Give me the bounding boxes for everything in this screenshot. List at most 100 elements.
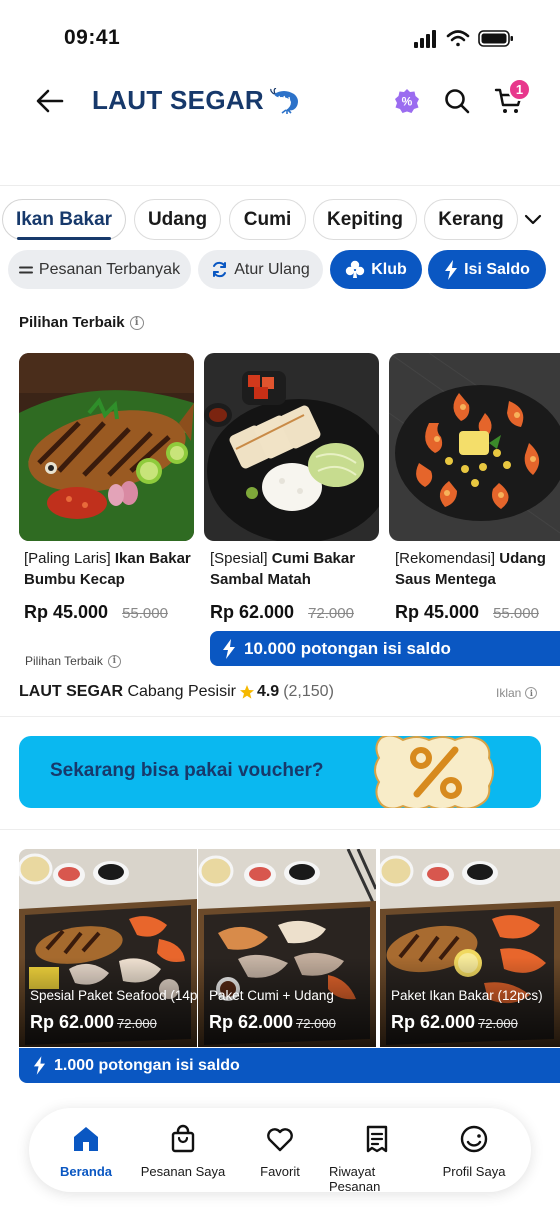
- filter-top-up[interactable]: Isi Saldo: [428, 250, 546, 289]
- nav-profile-label: Profil Saya: [442, 1164, 506, 1179]
- filter-top-orders[interactable]: Pesanan Terbanyak: [8, 250, 191, 289]
- best-picks-caption-text: Pilihan Terbaik: [25, 654, 103, 668]
- product-image-grilled-fish[interactable]: [19, 353, 194, 541]
- product-price-3: Rp 45.000 55.000: [395, 602, 539, 623]
- package-saldo-offer-banner[interactable]: 1.000 potongan isi saldo: [19, 1048, 560, 1083]
- info-icon[interactable]: i: [129, 315, 144, 330]
- package-card-grilled-fish[interactable]: Paket Ikan Bakar (12pcs) Rp 62.000 72.000: [380, 849, 560, 1047]
- search-icon[interactable]: [443, 87, 471, 115]
- nav-favorites[interactable]: Favorit: [232, 1124, 328, 1179]
- nav-my-orders[interactable]: Pesanan Saya: [135, 1124, 231, 1179]
- cart-count-badge: 1: [508, 78, 531, 101]
- info-icon[interactable]: i: [107, 654, 121, 668]
- refresh-icon: [213, 261, 227, 278]
- filter-club[interactable]: Klub: [330, 250, 422, 289]
- package-card-squid-shrimp[interactable]: Paket Cumi + Udang Rp 62.000 72.000: [198, 849, 376, 1047]
- store-review-count: (2,150): [283, 683, 334, 700]
- store-info[interactable]: LAUT SEGAR Cabang Pesisir 4.9 (2,150): [19, 683, 334, 701]
- product-image-squid[interactable]: [204, 353, 379, 541]
- best-picks-title: Pilihan Terbaik i: [19, 314, 144, 331]
- package-price-2: Rp 62.000 72.000: [209, 1012, 336, 1033]
- lightning-icon: [33, 1056, 46, 1075]
- wifi-icon: [446, 30, 470, 47]
- nav-home-label: Beranda: [59, 1164, 113, 1179]
- product-name-2[interactable]: [Spesial] Cumi Bakar Sambal Matah: [210, 548, 385, 590]
- product-price-2: Rp 62.000 72.000: [210, 602, 354, 623]
- product-image-shrimp[interactable]: [389, 353, 560, 541]
- status-icons: [414, 30, 513, 48]
- saldo-offer-text: 10.000 potongan isi saldo: [244, 638, 451, 658]
- package-price-current-1: Rp 62.000: [30, 1012, 115, 1032]
- package-card-seafood[interactable]: Spesial Paket Seafood (14pcs) Rp 62.000 7…: [19, 849, 197, 1047]
- store-rating: 4.9: [256, 683, 280, 700]
- discount-badge-icon[interactable]: %: [394, 88, 420, 114]
- package-price-old-1: 72.000: [117, 1016, 157, 1031]
- best-picks-title-text: Pilihan Terbaik: [19, 314, 125, 331]
- profile-icon: [460, 1125, 488, 1153]
- brand-logo: LAUT SEGAR: [92, 85, 302, 116]
- home-icon: [74, 1127, 98, 1151]
- section-divider: [0, 829, 560, 830]
- store-branch: Cabang Pesisir: [127, 683, 236, 700]
- package-name-1: Spesial Paket Seafood (14pcs): [30, 988, 197, 1003]
- nav-profile[interactable]: Profil Saya: [426, 1124, 522, 1179]
- filter-top-up-label: Isi Saldo: [464, 260, 530, 278]
- package-price-old-2: 72.000: [296, 1016, 336, 1031]
- tab-cumi[interactable]: Cumi: [229, 199, 306, 240]
- lightning-icon: [445, 259, 458, 280]
- status-time: 09:41: [64, 26, 121, 49]
- package-price-current-2: Rp 62.000: [209, 1012, 294, 1032]
- package-name-2: Paket Cumi + Udang: [209, 988, 334, 1003]
- tab-udang[interactable]: Udang: [134, 199, 221, 240]
- info-icon: i: [525, 687, 538, 699]
- product-name-1[interactable]: [Paling Laris] Ikan Bakar Bumbu Kecap: [24, 548, 199, 590]
- section-divider: [0, 716, 560, 717]
- product-tag-1: [Paling Laris]: [24, 550, 111, 567]
- price-current-3: Rp 45.000: [395, 602, 480, 622]
- product-price-1: Rp 45.000 55.000: [24, 602, 168, 623]
- star-icon: [239, 685, 254, 699]
- voucher-banner-text: Sekarang bisa pakai voucher?: [50, 760, 324, 781]
- nav-my-orders-label: Pesanan Saya: [140, 1164, 226, 1179]
- package-saldo-offer-text: 1.000 potongan isi saldo: [54, 1056, 240, 1074]
- brand-name: LAUT SEGAR: [92, 85, 264, 115]
- heart-icon: [267, 1128, 293, 1152]
- ad-label[interactable]: Iklan i: [496, 686, 538, 700]
- package-price-1: Rp 62.000 72.000: [30, 1012, 157, 1033]
- best-picks-caption: Pilihan Terbaik i: [25, 654, 121, 668]
- price-current-1: Rp 45.000: [24, 602, 109, 622]
- chevron-down-icon[interactable]: [522, 210, 544, 228]
- nav-order-history[interactable]: Riwayat Pesanan: [329, 1124, 425, 1194]
- package-name-3: Paket Ikan Bakar (12pcs): [391, 988, 543, 1003]
- product-name-3[interactable]: [Rekomendasi] Udang Saus Mentega: [395, 548, 560, 590]
- store-brand: LAUT SEGAR: [19, 683, 123, 700]
- ad-label-text: Iklan: [496, 686, 522, 700]
- battery-icon: [478, 30, 513, 47]
- filter-reset-label: Atur Ulang: [234, 260, 310, 278]
- filter-top-orders-label: Pesanan Terbanyak: [38, 260, 181, 278]
- tab-kerang[interactable]: Kerang: [424, 199, 518, 240]
- product-tag-3: [Rekomendasi]: [395, 550, 496, 567]
- sort-icon: [18, 266, 33, 273]
- tab-ikan-bakar[interactable]: Ikan Bakar: [2, 199, 126, 240]
- receipt-icon: [366, 1125, 388, 1153]
- header-divider: [0, 185, 560, 186]
- filter-reset[interactable]: Atur Ulang: [198, 250, 323, 289]
- package-price-3: Rp 62.000 72.000: [391, 1012, 518, 1033]
- saldo-offer-banner[interactable]: 10.000 potongan isi saldo: [210, 631, 560, 666]
- price-old-1: 55.000: [122, 605, 168, 622]
- price-old-3: 55.000: [493, 605, 539, 622]
- tab-kepiting[interactable]: Kepiting: [313, 199, 417, 240]
- back-arrow-icon[interactable]: [32, 86, 66, 116]
- shrimp-logo-icon: [270, 87, 298, 114]
- svg-text:%: %: [402, 95, 413, 109]
- product-tag-2: [Spesial]: [210, 550, 268, 567]
- lightning-icon: [223, 638, 235, 659]
- nav-home[interactable]: Beranda: [38, 1124, 134, 1179]
- filter-club-label: Klub: [371, 260, 407, 278]
- club-icon: [346, 260, 365, 278]
- package-price-old-3: 72.000: [478, 1016, 518, 1031]
- shopping-bag-icon: [171, 1124, 195, 1153]
- price-old-2: 72.000: [308, 605, 354, 622]
- signal-icon: [414, 30, 436, 48]
